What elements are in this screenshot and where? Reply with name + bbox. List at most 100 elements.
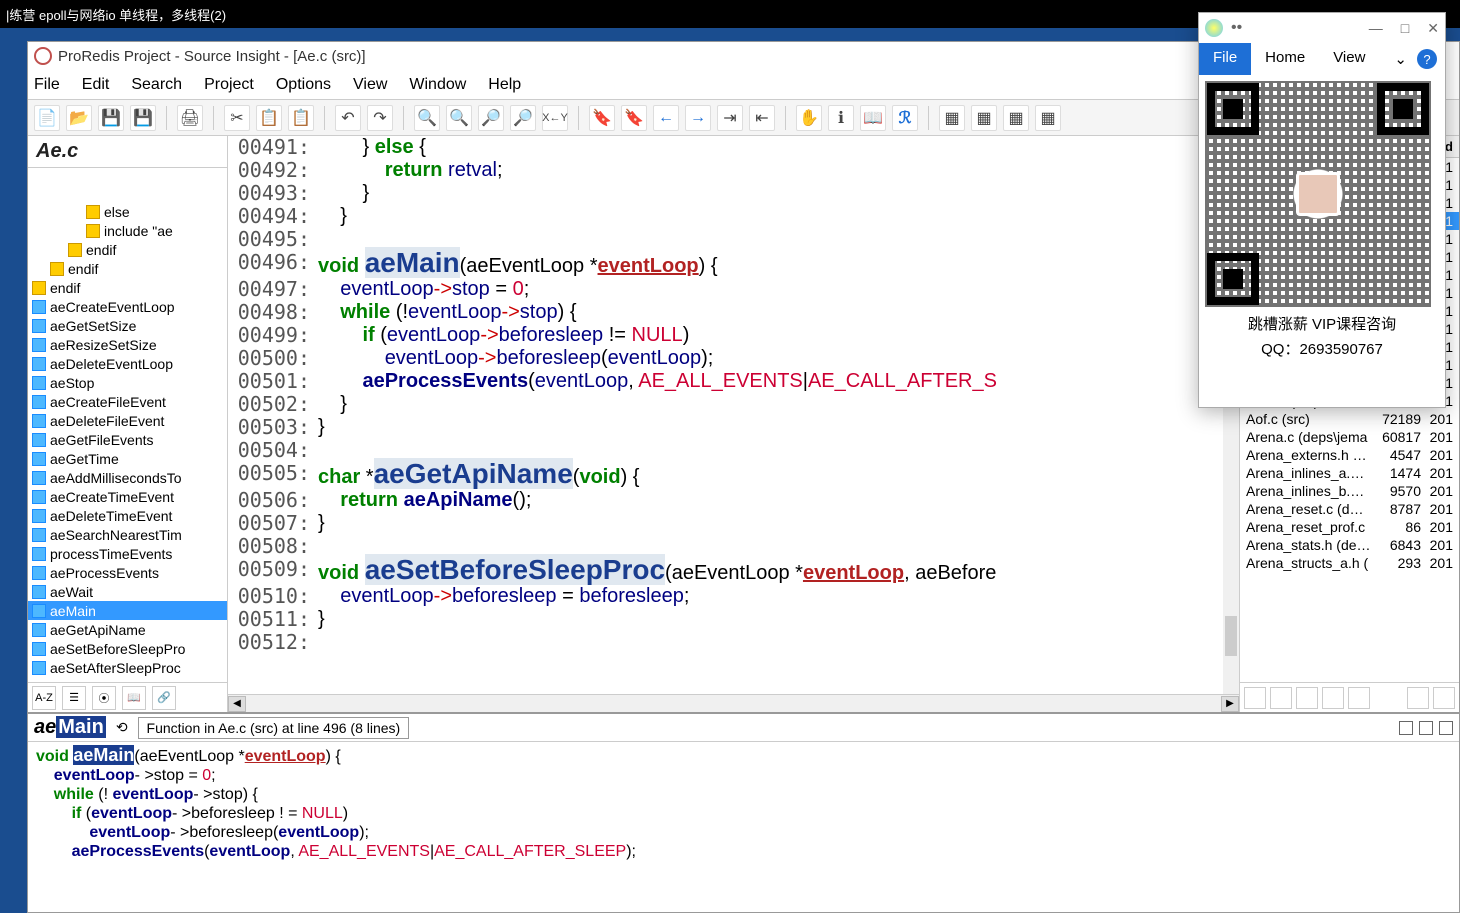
menu-search[interactable]: Search [131,76,182,94]
copy-icon[interactable]: 📋 [256,105,282,131]
code-text[interactable]: while (!eventLoop->stop) { [318,301,1239,324]
code-line[interactable]: 00510: eventLoop->beforesleep = beforesl… [228,585,1239,608]
symbol-aestop[interactable]: aeStop [28,373,227,392]
folder-icon[interactable] [1244,687,1266,709]
code-text[interactable]: void aeSetBeforeSleepProc(aeEventLoop *e… [318,558,1239,585]
file-row[interactable]: Arena_inlines_b.h (d9570201 [1240,482,1459,500]
code-line[interactable]: 00498: while (!eventLoop->stop) { [228,301,1239,324]
save-icon[interactable]: 💾 [98,105,124,131]
code-line[interactable]: 00501: aeProcessEvents(eventLoop, AE_ALL… [228,370,1239,393]
bookmark-icon[interactable]: 🔖 [589,105,615,131]
symbol-aeprocessevents[interactable]: aeProcessEvents [28,563,227,582]
symbol-aegettime[interactable]: aeGetTime [28,449,227,468]
code-text[interactable]: void aeMain(aeEventLoop *eventLoop) { [318,251,1239,278]
context-line[interactable]: aeProcessEvents(eventLoop, AE_ALL_EVENTS… [36,842,1451,861]
code-line[interactable]: 00512: [228,631,1239,654]
list-view-icon[interactable]: ☰ [62,686,86,710]
new-file-icon[interactable]: 📄 [34,105,60,131]
menu-options[interactable]: Options [276,76,331,94]
maximize-icon[interactable]: □ [1401,20,1409,37]
menu-project[interactable]: Project [204,76,254,94]
filter-icon[interactable] [1433,687,1455,709]
code-text[interactable]: } [318,608,1239,631]
file-row[interactable]: Aof.c (src)72189201 [1240,410,1459,428]
symbol-tree[interactable]: elseinclude "aeendifendifendifaeCreateEv… [28,168,227,682]
menu-file[interactable]: File [34,76,60,94]
code-line[interactable]: 00496:void aeMain(aeEventLoop *eventLoop… [228,251,1239,278]
symbol-aegetfileevents[interactable]: aeGetFileEvents [28,430,227,449]
book-icon[interactable]: 📖 [122,686,146,710]
code-editor[interactable]: 00491: } else {00492: return retval;0049… [228,136,1239,694]
symbol-aewait[interactable]: aeWait [28,582,227,601]
undo-icon[interactable]: ↶ [335,105,361,131]
symbol-processtimeevents[interactable]: processTimeEvents [28,544,227,563]
context-line[interactable]: if (eventLoop- >beforesleep ! = NULL) [36,804,1451,823]
file-row[interactable]: Arena_structs_a.h (293201 [1240,554,1459,572]
code-text[interactable]: } [318,205,1239,228]
symbol-endif[interactable]: endif [28,259,227,278]
file-row[interactable]: Arena.c (deps\jema60817201 [1240,428,1459,446]
symbol-aedeletefileevent[interactable]: aeDeleteFileEvent [28,411,227,430]
jump-icon[interactable]: ⇥ [717,105,743,131]
highlight-icon[interactable]: ✋ [796,105,822,131]
context-line[interactable]: while (! eventLoop- >stop) { [36,785,1451,804]
code-line[interactable]: 00492: return retval; [228,159,1239,182]
replace-icon[interactable]: 🔎 [510,105,536,131]
cut-icon[interactable]: ✂ [224,105,250,131]
symbol-aegetapiname[interactable]: aeGetApiName [28,620,227,639]
overlay-titlebar[interactable]: •• — □ ✕ [1199,13,1445,43]
context-code[interactable]: void aeMain(aeEventLoop *eventLoop) { ev… [28,742,1459,912]
search-icon[interactable]: 🔍 [414,105,440,131]
code-line[interactable]: 00500: eventLoop->beforesleep(eventLoop)… [228,347,1239,370]
book-icon[interactable]: 📖 [860,105,886,131]
code-text[interactable]: } [318,512,1239,535]
symbol-aecreatetimeevent[interactable]: aeCreateTimeEvent [28,487,227,506]
symbol-aeresizesetsize[interactable]: aeResizeSetSize [28,335,227,354]
symbol-aecreatefileevent[interactable]: aeCreateFileEvent [28,392,227,411]
code-line[interactable]: 00502: } [228,393,1239,416]
symbol-else[interactable]: else [28,202,227,221]
open-icon[interactable] [1407,687,1429,709]
code-text[interactable]: aeProcessEvents(eventLoop, AE_ALL_EVENTS… [318,370,1239,393]
print-icon[interactable]: 🖨 [177,105,203,131]
menu-window[interactable]: Window [409,76,466,94]
view4-icon[interactable] [1348,687,1370,709]
code-text[interactable]: return aeApiName(); [318,489,1239,512]
find-refs-icon[interactable]: 🔎 [478,105,504,131]
code-line[interactable]: 00506: return aeApiName(); [228,489,1239,512]
code-line[interactable]: 00503:} [228,416,1239,439]
code-text[interactable]: } [318,182,1239,205]
symbol-aedeleteeventloop[interactable]: aeDeleteEventLoop [28,354,227,373]
symbol-aedeletetimeevent[interactable]: aeDeleteTimeEvent [28,506,227,525]
minimize-icon[interactable]: — [1369,20,1383,37]
save-all-icon[interactable]: 💾 [130,105,156,131]
tree-view-icon[interactable]: ⦿ [92,686,116,710]
scroll-left-icon[interactable]: ◀ [228,696,246,712]
file-row[interactable]: Arena_externs.h (de4547201 [1240,446,1459,464]
redo-icon[interactable]: ↷ [367,105,393,131]
menu-help[interactable]: Help [488,76,521,94]
nav-forward-icon[interactable]: → [685,105,711,131]
restore-icon[interactable] [1419,721,1433,735]
file-row[interactable]: Arena_reset.c (deps8787201 [1240,500,1459,518]
code-text[interactable]: return retval; [318,159,1239,182]
symbol-aeaddmillisecondsto[interactable]: aeAddMillisecondsTo [28,468,227,487]
maximize-icon[interactable] [1439,721,1453,735]
file-row[interactable]: Arena_inlines_a.h (d1474201 [1240,464,1459,482]
bookmark2-icon[interactable]: 🔖 [621,105,647,131]
panel3-icon[interactable]: ▦ [1003,105,1029,131]
regex-icon[interactable]: X←Y [542,105,568,131]
code-line[interactable]: 00509:void aeSetBeforeSleepProc(aeEventL… [228,558,1239,585]
sort-az-button[interactable]: A-Z [32,686,56,710]
search-files-icon[interactable]: 🔍 [446,105,472,131]
symbol-aecreateeventloop[interactable]: aeCreateEventLoop [28,297,227,316]
code-line[interactable]: 00497: eventLoop->stop = 0; [228,278,1239,301]
code-text[interactable] [318,631,1239,654]
relation-icon[interactable]: ℛ [892,105,918,131]
code-text[interactable]: } [318,393,1239,416]
symbol-aesearchnearesttim[interactable]: aeSearchNearestTim [28,525,227,544]
view3-icon[interactable] [1322,687,1344,709]
code-text[interactable]: char *aeGetApiName(void) { [318,462,1239,489]
code-line[interactable]: 00499: if (eventLoop->beforesleep != NUL… [228,324,1239,347]
tab-view[interactable]: View [1319,43,1379,75]
